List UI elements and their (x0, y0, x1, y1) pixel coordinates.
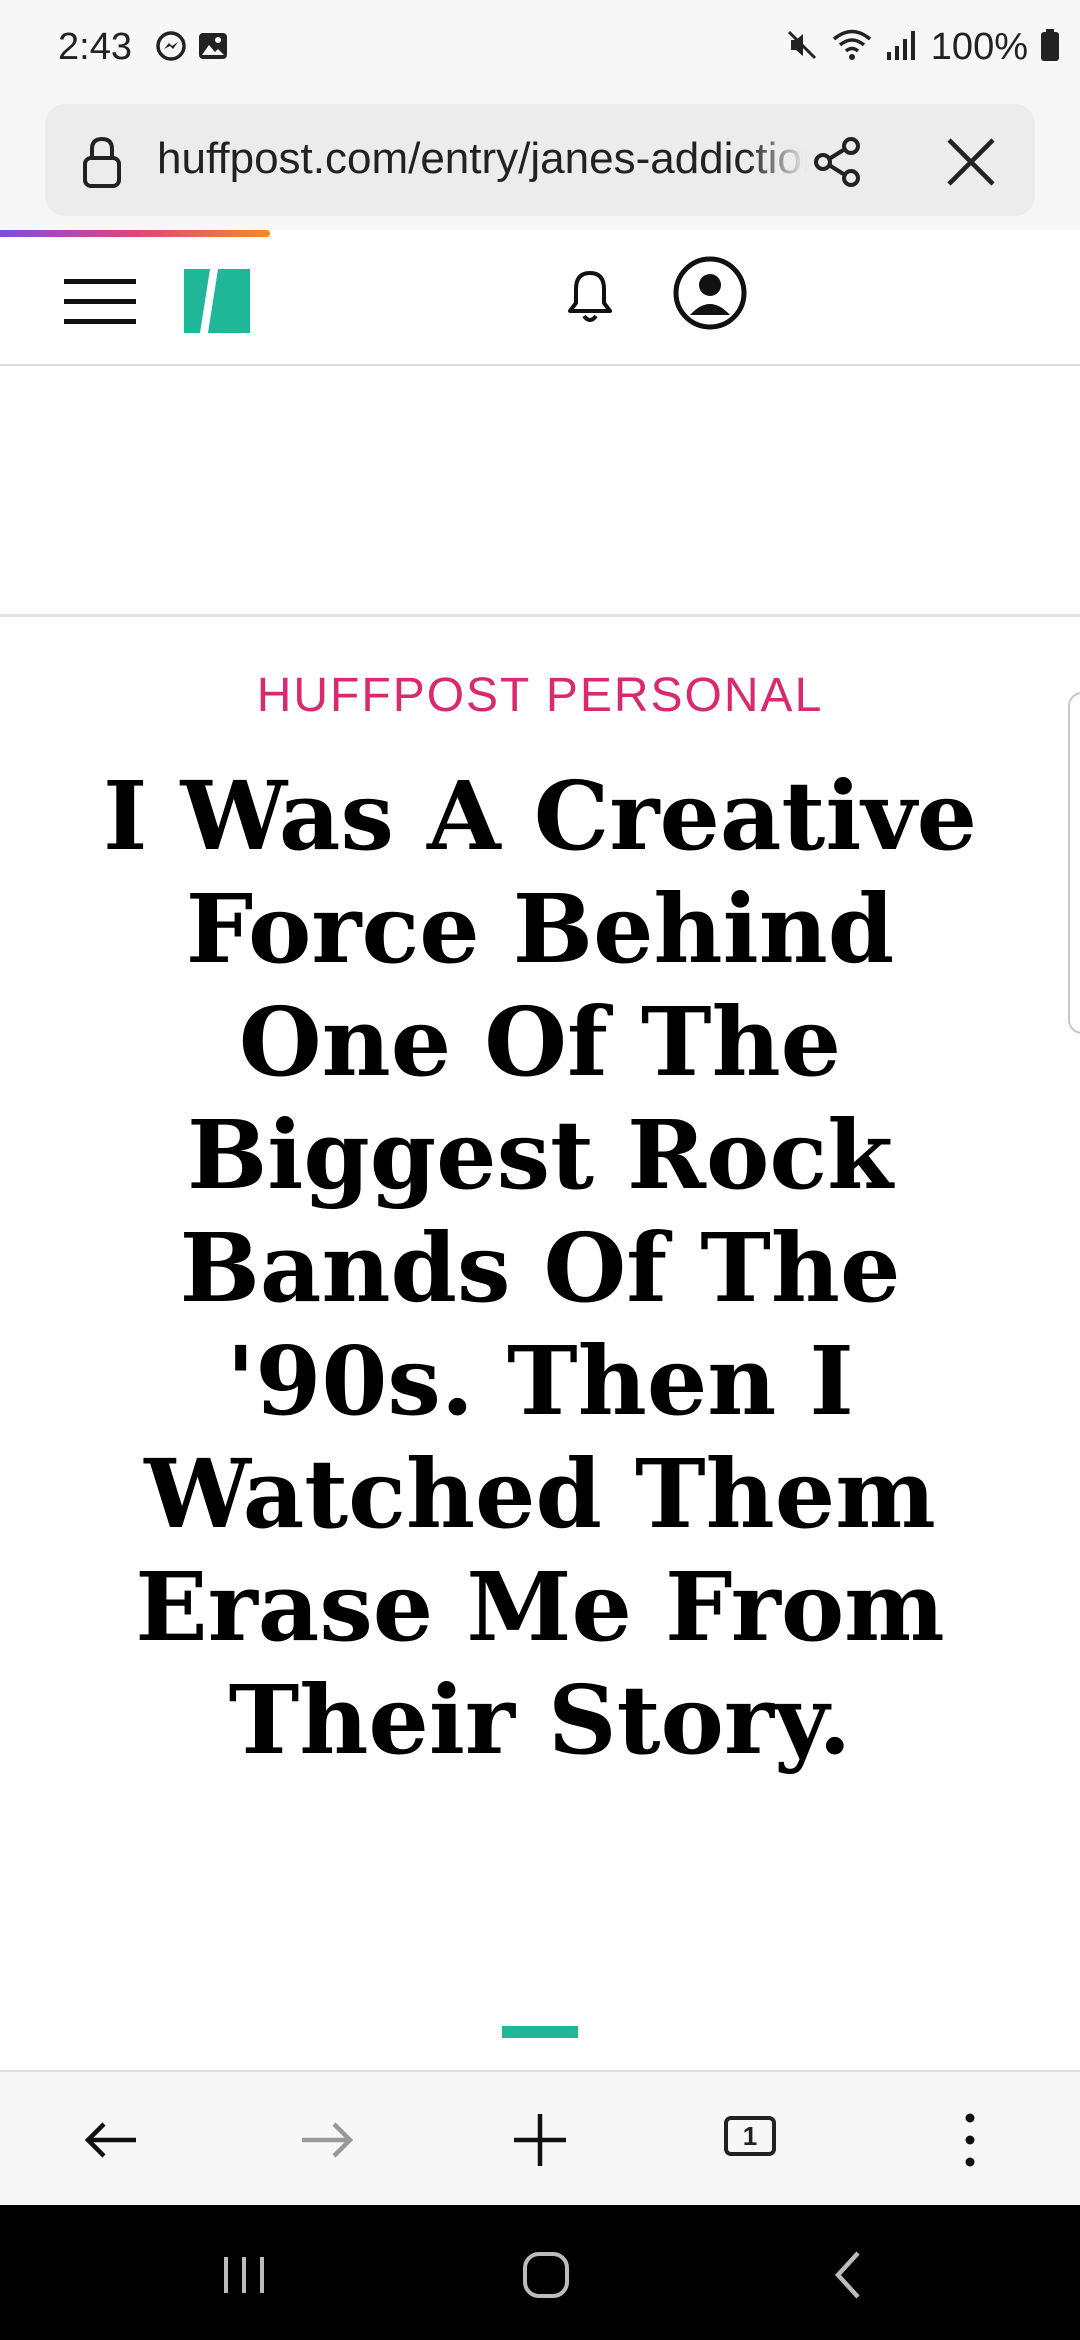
battery-level: 100% (930, 26, 1028, 68)
more-options-icon[interactable] (938, 2108, 1002, 2172)
system-back-icon[interactable] (820, 2245, 880, 2305)
browser-address-area: huffpost.com/entry/janes-addiction (0, 100, 1080, 230)
notification-bell-icon[interactable] (562, 267, 618, 327)
address-bar[interactable]: huffpost.com/entry/janes-addiction (45, 104, 1035, 216)
ad-placeholder (0, 366, 1080, 617)
scroll-indicator (502, 2026, 578, 2038)
new-tab-plus-icon[interactable] (508, 2108, 572, 2172)
status-bar: 2:43 100% (0, 0, 1080, 100)
side-edge-panel-handle[interactable] (1068, 692, 1080, 1034)
battery-icon (1040, 28, 1060, 67)
lock-icon[interactable] (77, 134, 127, 195)
close-icon[interactable] (941, 132, 1001, 192)
system-navigation-bar (0, 2205, 1080, 2340)
status-time: 2:43 (58, 26, 132, 68)
account-icon[interactable] (672, 255, 748, 331)
article-kicker[interactable]: HUFFPOST PERSONAL (0, 668, 1080, 723)
share-icon[interactable] (807, 132, 867, 192)
hamburger-menu-icon[interactable] (64, 277, 136, 327)
recent-apps-icon[interactable] (214, 2245, 274, 2305)
mute-icon (785, 28, 819, 67)
site-header (0, 237, 1080, 366)
url-text[interactable]: huffpost.com/entry/janes-addiction (157, 134, 807, 186)
page-load-progress (0, 230, 270, 237)
browser-toolbar: 1 (0, 2070, 1080, 2207)
back-arrow-icon[interactable] (80, 2108, 144, 2172)
home-icon[interactable] (516, 2245, 576, 2305)
messenger-icon (155, 30, 187, 67)
gallery-icon (197, 30, 229, 67)
article-headline: I Was A Creative Force Behind One Of The… (102, 761, 978, 1776)
huffpost-logo[interactable] (184, 269, 250, 333)
tab-switcher-button[interactable]: 1 (724, 2116, 776, 2156)
wifi-icon (831, 28, 873, 67)
signal-icon (885, 28, 919, 67)
forward-arrow-icon[interactable] (294, 2108, 358, 2172)
